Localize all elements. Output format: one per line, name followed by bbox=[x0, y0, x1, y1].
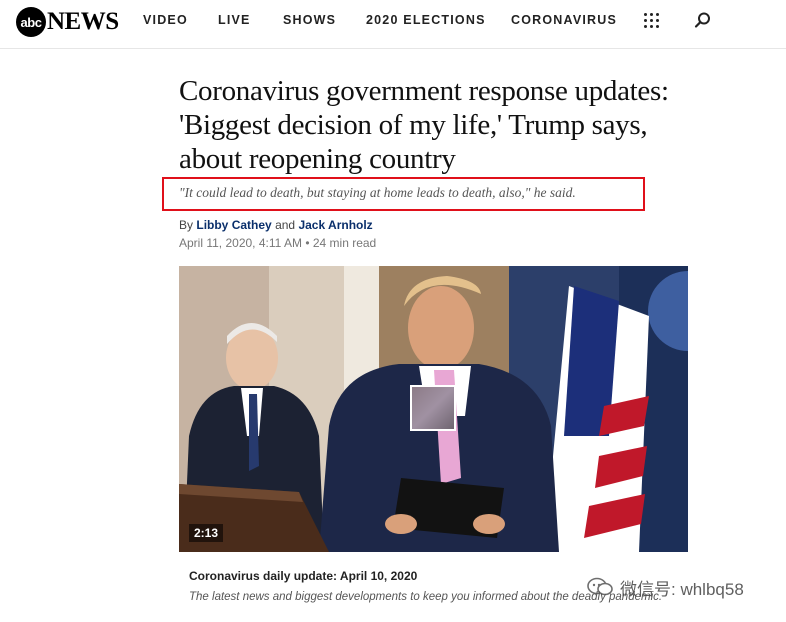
news-wordmark: NEWS bbox=[47, 8, 119, 35]
watermark-text: 微信号: whlbq58 bbox=[620, 579, 744, 599]
video-duration-badge: 2:13 bbox=[189, 524, 224, 542]
nav-video[interactable]: VIDEO bbox=[143, 13, 188, 27]
nav-shows[interactable]: SHOWS bbox=[283, 13, 336, 27]
publish-date: April 11, 2020, 4:11 AM bbox=[179, 236, 302, 250]
byline-prefix: By bbox=[179, 218, 194, 232]
grid-menu-icon[interactable] bbox=[644, 13, 659, 28]
nav-live[interactable]: LIVE bbox=[218, 13, 251, 27]
dateline: April 11, 2020, 4:11 AM • 24 min read bbox=[179, 236, 376, 250]
author-link-1[interactable]: Libby Cathey bbox=[196, 218, 271, 232]
video-player-thumbnail[interactable]: 2:13 bbox=[179, 266, 688, 552]
read-time: 24 min read bbox=[312, 236, 377, 250]
abc-logo-circle: abc bbox=[16, 7, 46, 37]
nav-2020-elections[interactable]: 2020 ELECTIONS bbox=[366, 13, 486, 27]
wechat-watermark: 微信号: whlbq58 bbox=[586, 575, 744, 599]
author-link-2[interactable]: Jack Arnholz bbox=[298, 218, 372, 232]
abc-news-logo[interactable]: abc NEWS bbox=[16, 7, 119, 37]
wechat-icon bbox=[587, 577, 613, 596]
blurred-area bbox=[410, 385, 456, 431]
search-icon[interactable] bbox=[694, 11, 712, 29]
video-caption-title[interactable]: Coronavirus daily update: April 10, 2020 bbox=[189, 569, 417, 583]
nav-coronavirus[interactable]: CORONAVIRUS bbox=[511, 13, 617, 27]
article-headline: Coronavirus government response updates:… bbox=[179, 75, 669, 175]
article-subhead-quote: "It could lead to death, but staying at … bbox=[179, 185, 576, 200]
top-navigation-bar: abc NEWS VIDEO LIVE SHOWS 2020 ELECTIONS… bbox=[0, 0, 786, 49]
dateline-separator: • bbox=[305, 236, 310, 250]
byline-joiner: and bbox=[275, 218, 296, 232]
byline: By Libby Cathey and Jack Arnholz bbox=[179, 218, 373, 232]
